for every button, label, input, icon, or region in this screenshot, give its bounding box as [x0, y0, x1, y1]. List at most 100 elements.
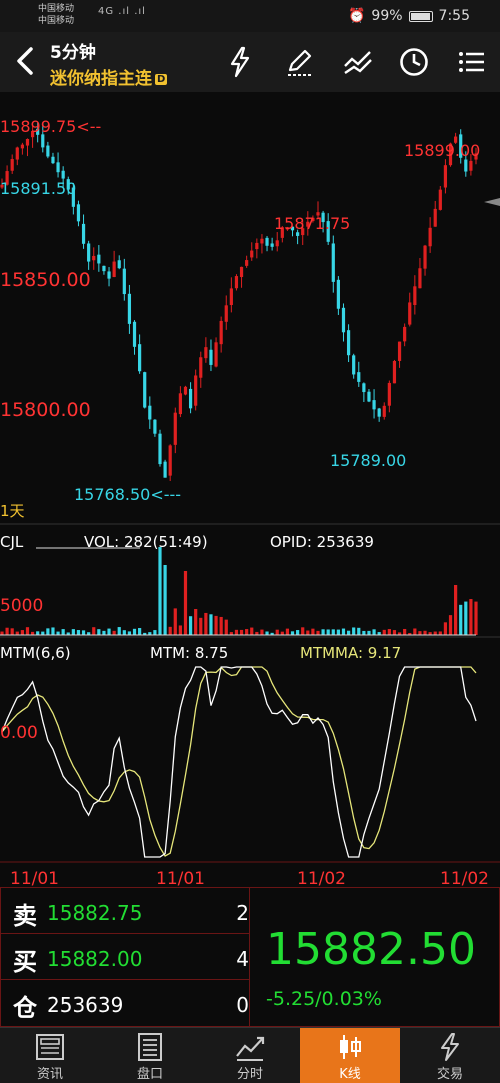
nav-orderbook[interactable]: 盘口 [100, 1028, 200, 1083]
volume-bar [153, 630, 157, 635]
volume-bar [199, 617, 203, 635]
volume-bar [214, 615, 218, 635]
opid-value: OPID: 253639 [270, 533, 374, 551]
candle-body [15, 147, 19, 160]
nav-orderbook-label: 盘口 [136, 1067, 163, 1082]
candle-body [433, 208, 437, 227]
lightning-icon[interactable] [222, 44, 258, 80]
candle-body [352, 355, 356, 375]
candle-body [245, 260, 249, 266]
candle-body [387, 382, 391, 406]
candle-body [25, 138, 30, 146]
nav-trade[interactable]: 交易 [400, 1028, 500, 1083]
volume-bar [158, 547, 162, 635]
nav-timeshare-label: 分时 [236, 1067, 263, 1082]
volume-bar [403, 628, 407, 635]
volume-bar [92, 627, 96, 635]
nav-timeshare[interactable]: 分时 [200, 1028, 300, 1083]
date-label-2: 11/01 [156, 869, 205, 887]
clock-icon[interactable] [396, 44, 432, 80]
volume-bar [459, 604, 463, 635]
orderbook-icon [138, 1033, 162, 1061]
nav-kline-label: K线 [339, 1067, 361, 1082]
candle-body [377, 408, 381, 417]
back-arrow-icon[interactable] [10, 44, 40, 78]
volume-bar [204, 612, 208, 635]
volume-bar [81, 630, 86, 635]
candle-body [443, 165, 448, 188]
candle-body [92, 255, 96, 261]
mtmma-value: MTMMA: 9.17 [300, 644, 401, 662]
volume-bar [265, 631, 269, 635]
candle-body [107, 271, 111, 279]
candle-body [341, 307, 346, 333]
candle-body [265, 237, 269, 246]
candle-body [464, 159, 468, 172]
indicator-icon[interactable] [340, 44, 376, 80]
draw-tool-icon[interactable] [282, 44, 318, 80]
volume-bar [341, 628, 346, 635]
candle-body [138, 344, 142, 372]
volume-bar [413, 628, 417, 635]
candle-body [163, 461, 167, 478]
volume-bar [285, 628, 290, 635]
candle-body [81, 223, 86, 244]
volume-bar [173, 608, 177, 635]
candle-body [194, 375, 198, 406]
volume-bar [336, 629, 340, 635]
candle-body [61, 170, 65, 179]
label-mid-high: 15871.75 [274, 214, 350, 233]
volume-bar [346, 630, 351, 635]
candle-body [428, 227, 432, 247]
bottom-nav: 资讯 盘口 分时 K线 交易 [0, 1027, 500, 1083]
candle-body [87, 243, 91, 262]
candle-body [346, 330, 351, 356]
ask-row[interactable]: 卖 15882.75 2 [1, 888, 249, 934]
sell-label: 卖 [13, 902, 37, 930]
candle-body [97, 254, 101, 264]
candle-body [336, 279, 340, 309]
candle-body [255, 242, 259, 250]
candle-body [188, 388, 193, 409]
candle-body [204, 347, 208, 359]
instrument-title[interactable]: 迷你纳指主连 D [50, 64, 168, 89]
candle-body [117, 260, 121, 269]
volume-bar [423, 630, 427, 635]
volume-value: VOL: 282(51:49) [84, 533, 208, 551]
nav-kline[interactable]: K线 [300, 1028, 400, 1083]
volume-bar [76, 630, 81, 635]
mtm-title: MTM(6,6) [0, 644, 71, 662]
candle-body [438, 189, 442, 210]
oi-label: 仓 [13, 994, 37, 1022]
news-icon [36, 1034, 64, 1060]
volume-bar [168, 626, 172, 635]
candle-body [209, 349, 213, 365]
bid-row[interactable]: 买 15882.00 4 [1, 934, 249, 980]
volume-bar [260, 629, 264, 635]
candle-body [199, 357, 203, 378]
volume-bar [464, 601, 468, 635]
menu-icon[interactable] [454, 44, 490, 80]
kline-chart[interactable]: 15899.75<-- 15891.50 15899.00 15871.75 1… [0, 92, 500, 887]
volume-bar [127, 631, 132, 635]
nav-news[interactable]: 资讯 [0, 1028, 100, 1083]
volume-bar [438, 631, 442, 635]
volume-bar [367, 630, 371, 635]
volume-bar [20, 630, 24, 635]
status-bar: 中国移动 中国移动 4G .ıl .ıl ⏰ 99% 7:55 [0, 0, 500, 32]
candle-body [403, 326, 407, 342]
battery-percent: 99% [371, 8, 403, 24]
app-header: 5分钟 迷你纳指主连 D [0, 32, 500, 92]
candle-body [357, 372, 361, 382]
volume-bar [301, 627, 305, 635]
volume-bar [245, 629, 249, 635]
volume-bar [194, 609, 198, 635]
volume-bar [306, 630, 310, 635]
volume-bar [41, 631, 45, 635]
contract-badge: D [155, 74, 168, 85]
candle-body [224, 305, 228, 322]
volume-title: CJL [0, 533, 24, 551]
volume-bar [46, 628, 50, 635]
buy-price: 15882.00 [47, 947, 143, 971]
candle-body [10, 159, 14, 171]
